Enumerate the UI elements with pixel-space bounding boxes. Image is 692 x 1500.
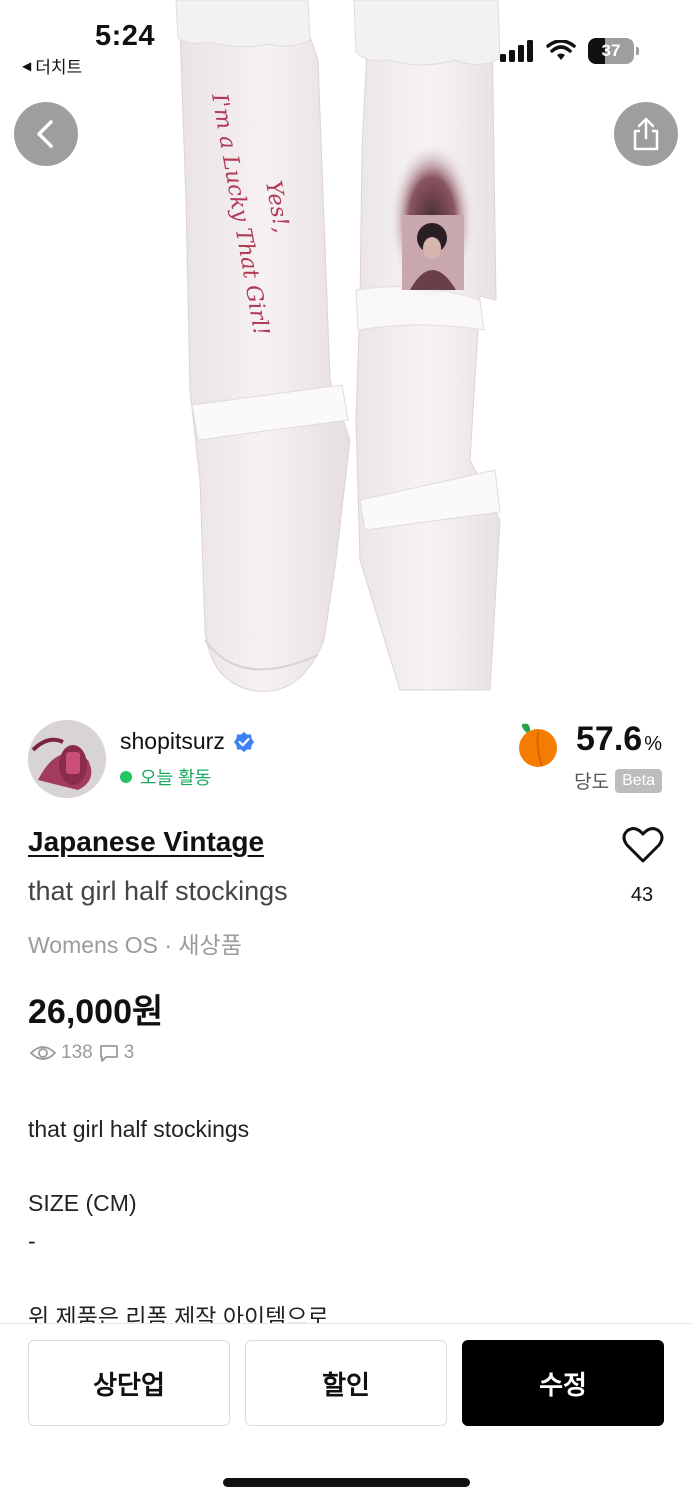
status-indicators: 37 (500, 38, 639, 64)
eye-icon (30, 1046, 56, 1060)
like-count: 43 (630, 884, 654, 906)
description-line: that girl half stockings (28, 1116, 250, 1142)
battery-icon: 37 (588, 38, 639, 64)
stockings-illustration: I'm a Lucky That Girl! Yes!, (175, 0, 501, 692)
cellular-signal-icon (500, 40, 533, 62)
score-value: 57.6 (576, 720, 643, 758)
edit-button[interactable]: 수정 (462, 1340, 664, 1426)
brand-link[interactable]: Japanese Vintage (28, 826, 264, 858)
discount-button[interactable]: 할인 (245, 1340, 447, 1426)
bottom-action-bar: 상단업 할인 수정 (0, 1323, 692, 1500)
battery-level: 37 (601, 41, 621, 60)
chat-count: 3 (123, 1042, 135, 1063)
product-stats: 138 3 (30, 1042, 134, 1064)
like-button[interactable] (622, 826, 664, 869)
description-line: - (28, 1228, 36, 1254)
score-label-row[interactable]: 당도 Beta (574, 767, 662, 794)
back-triangle-icon: ◀ (22, 58, 32, 73)
return-app-label: 더치트 (35, 58, 83, 77)
product-price: 26,000원 (28, 993, 164, 1031)
share-icon (633, 117, 659, 151)
view-count: 138 (61, 1042, 93, 1063)
bump-button[interactable]: 상단업 (28, 1340, 230, 1426)
product-title: that girl half stockings (28, 876, 288, 906)
score-unit: % (644, 733, 662, 755)
peach-icon (519, 723, 557, 767)
share-button[interactable] (614, 102, 678, 166)
seller-name: shopitsurz (120, 728, 225, 754)
avatar-image (28, 720, 106, 798)
sweetness-score: 57.6 % (576, 720, 662, 759)
verified-badge-icon (233, 731, 254, 752)
return-to-app-link[interactable]: ◀ 더치트 (22, 53, 82, 78)
heart-icon (622, 827, 664, 863)
seller-activity: 오늘 활동 (120, 764, 211, 790)
product-image[interactable]: I'm a Lucky That Girl! Yes!, (0, 0, 692, 700)
chat-icon (99, 1045, 118, 1062)
beta-badge: Beta (615, 768, 662, 793)
seller-avatar[interactable] (28, 720, 106, 798)
status-time: 5:24 (95, 20, 156, 52)
home-indicator[interactable] (223, 1478, 470, 1487)
score-label: 당도 (574, 772, 610, 793)
seller-name-row[interactable]: shopitsurz (120, 728, 255, 755)
back-arrow-icon (37, 120, 53, 148)
description-line: SIZE (CM) (28, 1190, 137, 1216)
product-meta: Womens OS · 새상품 (28, 932, 242, 958)
wifi-icon (546, 40, 576, 60)
seller-activity-label: 오늘 활동 (140, 768, 212, 788)
online-dot-icon (120, 771, 132, 783)
back-button[interactable] (14, 102, 78, 166)
